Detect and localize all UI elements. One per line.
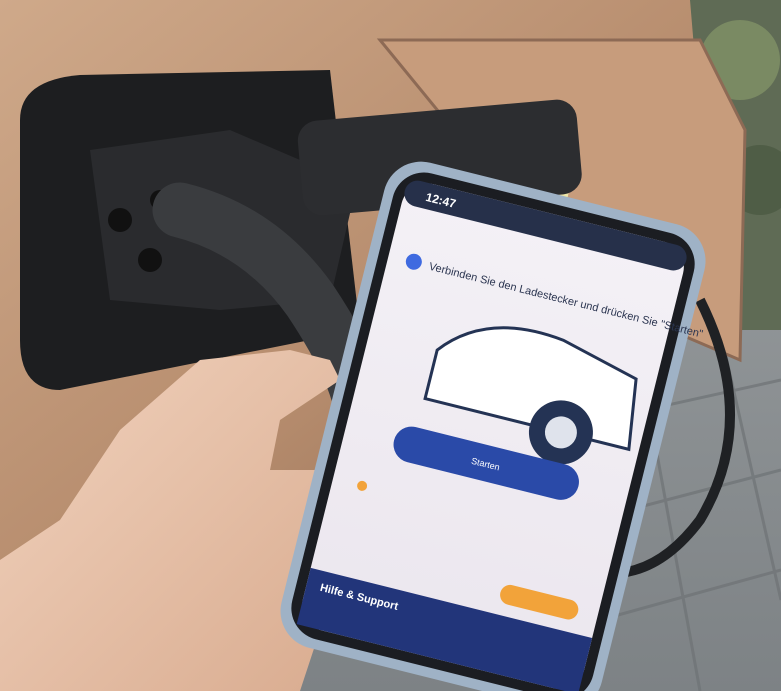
photo-scene: 12:47 Verbinden Sie den Ladestecker und … [0, 0, 781, 691]
